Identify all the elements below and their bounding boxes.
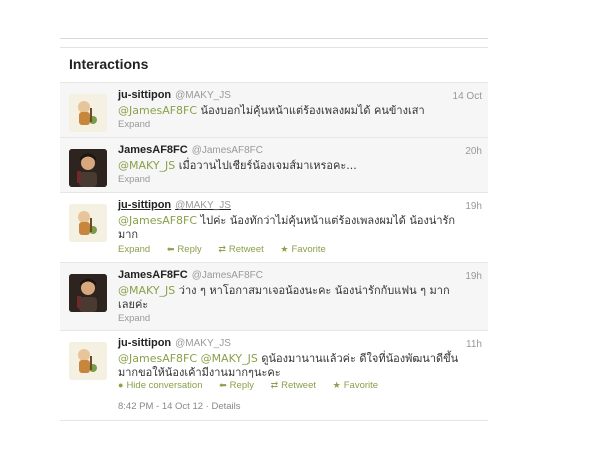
expand-link[interactable]: Expand bbox=[118, 313, 150, 324]
tweet-handle[interactable]: @MAKY_JS bbox=[175, 338, 231, 349]
tweet-timestamp[interactable]: 19h bbox=[465, 201, 482, 212]
interactions-panel: Interactions ju-sittipon @MAKY_JS 14 Oct … bbox=[60, 38, 488, 430]
tweet-author-name[interactable]: ju-sittipon @MAKY_JS bbox=[118, 199, 231, 211]
retweet-icon: ⇄ bbox=[270, 380, 279, 390]
expand-link[interactable]: Expand bbox=[118, 174, 150, 185]
mention-link[interactable]: @JamesAF8FC bbox=[118, 352, 197, 365]
reply-button[interactable]: ⬅ Reply bbox=[219, 380, 254, 391]
tweet-item[interactable]: JamesAF8FC @JamesAF8FC 19h @MAKY_JS ว่าง … bbox=[60, 262, 488, 331]
tweet-author-name[interactable]: ju-sittipon @MAKY_JS bbox=[118, 89, 231, 101]
tweet-actions: Expand bbox=[118, 174, 164, 185]
tweet-author-name[interactable]: JamesAF8FC @JamesAF8FC bbox=[118, 144, 263, 156]
mention-link[interactable]: @JamesAF8FC bbox=[118, 214, 197, 227]
bottom-divider bbox=[60, 420, 488, 421]
top-divider bbox=[60, 38, 488, 39]
reply-arrow-icon: ⬅ bbox=[166, 244, 175, 254]
expand-link[interactable]: Expand bbox=[118, 244, 150, 255]
avatar[interactable] bbox=[69, 204, 107, 242]
retweet-button[interactable]: ⇄ Retweet bbox=[218, 244, 263, 255]
retweet-icon: ⇄ bbox=[218, 244, 226, 254]
tweet-timestamp[interactable]: 14 Oct bbox=[453, 91, 482, 102]
reply-arrow-icon: ⬅ bbox=[219, 380, 227, 390]
details-link[interactable]: Details bbox=[211, 401, 240, 412]
tweet-text: @MAKY_JS เมื่อวานไปเชียร์น้องเจมส์มาเหรอ… bbox=[118, 159, 357, 172]
tweet-full-timestamp: 8:42 PM - 14 Oct 12 bbox=[118, 401, 204, 412]
tweet-author-name[interactable]: JamesAF8FC @JamesAF8FC bbox=[118, 269, 263, 281]
tweet-text: @MAKY_JS ว่าง ๆ หาโอกาสมาเจอน้องนะคะ น้อ… bbox=[118, 284, 450, 311]
tweet-meta: 8:42 PM - 14 Oct 12 · Details bbox=[118, 401, 241, 412]
mention-link[interactable]: @MAKY_JS bbox=[118, 284, 175, 297]
tweet-text: @JamesAF8FC @MAKY_JS ดูน้องมานานแล้วค่ะ … bbox=[118, 352, 459, 379]
tweet-actions: Expand bbox=[118, 313, 164, 324]
mention-link[interactable]: @MAKY_JS bbox=[118, 159, 175, 172]
tweet-handle[interactable]: @JamesAF8FC bbox=[192, 270, 263, 281]
tweet-handle[interactable]: @MAKY_JS bbox=[175, 90, 231, 101]
tweet-actions: Expand bbox=[118, 119, 164, 130]
mention-link[interactable]: @JamesAF8FC bbox=[118, 104, 197, 117]
avatar[interactable] bbox=[69, 149, 107, 187]
tweet-handle[interactable]: @JamesAF8FC bbox=[192, 145, 263, 156]
avatar[interactable] bbox=[69, 274, 107, 312]
tweet-handle[interactable]: @MAKY_JS bbox=[175, 200, 231, 211]
tweet-item[interactable]: ju-sittipon @MAKY_JS 11h @JamesAF8FC @MAK… bbox=[60, 330, 488, 421]
favorite-button[interactable]: ★ Favorite bbox=[280, 244, 325, 255]
tweet-timestamp[interactable]: 11h bbox=[466, 339, 482, 350]
expand-link[interactable]: Expand bbox=[118, 119, 150, 130]
tweet-item[interactable]: ju-sittipon @MAKY_JS 19h @JamesAF8FC ไปค่… bbox=[60, 192, 488, 263]
star-icon: ★ bbox=[332, 380, 341, 390]
star-icon: ★ bbox=[280, 244, 289, 254]
reply-button[interactable]: ⬅ Reply bbox=[167, 244, 202, 255]
conversation-bubble-icon: ● bbox=[118, 380, 124, 390]
tweet-text: @JamesAF8FC น้องบอกไม่คุ้นหน้าแต่ร้องเพล… bbox=[118, 104, 425, 117]
avatar[interactable] bbox=[69, 342, 107, 380]
tweet-actions: ● Hide conversation ⬅ Reply ⇄ Retweet ★ Favo… bbox=[118, 380, 392, 391]
mention-link[interactable]: @MAKY_JS bbox=[201, 352, 258, 365]
tweet-item[interactable]: JamesAF8FC @JamesAF8FC 20h @MAKY_JS เมื่อ… bbox=[60, 137, 488, 193]
tweet-author-name[interactable]: ju-sittipon @MAKY_JS bbox=[118, 337, 231, 349]
favorite-button[interactable]: ★ Favorite bbox=[333, 380, 378, 391]
tweet-actions: Expand ⬅ Reply ⇄ Retweet ★ Favorite bbox=[118, 244, 340, 255]
hide-conversation-button[interactable]: ● Hide conversation bbox=[118, 380, 202, 391]
page-title: Interactions bbox=[69, 56, 149, 72]
retweet-button[interactable]: ⇄ Retweet bbox=[271, 380, 316, 391]
tweet-item[interactable]: ju-sittipon @MAKY_JS 14 Oct @JamesAF8FC น… bbox=[60, 82, 488, 138]
tweet-timestamp[interactable]: 19h bbox=[465, 271, 482, 282]
tweet-timestamp[interactable]: 20h bbox=[465, 146, 482, 157]
tweet-text: @JamesAF8FC ไปค่ะ น้องทักว่าไม่คุ้นหน้าแ… bbox=[118, 214, 456, 241]
avatar[interactable] bbox=[69, 94, 107, 132]
interactions-header: Interactions bbox=[60, 47, 488, 83]
